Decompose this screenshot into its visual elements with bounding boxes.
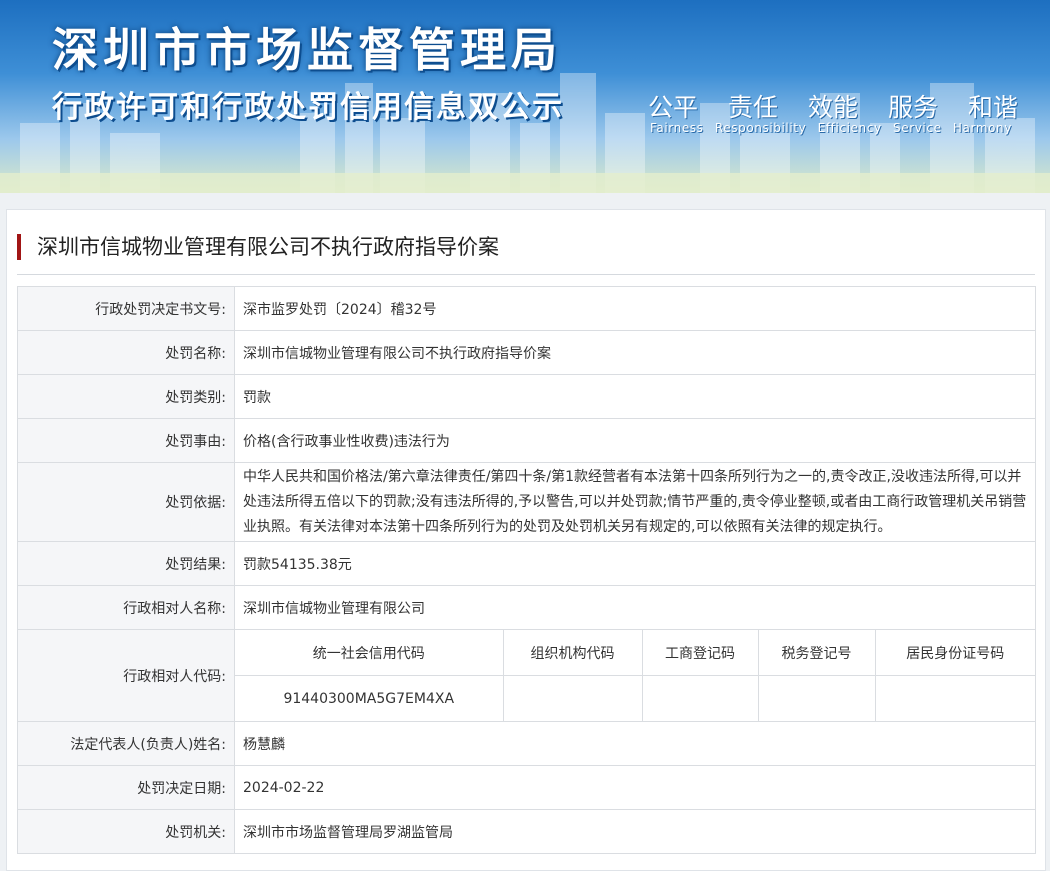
field-value: 深圳市信城物业管理有限公司不执行政府指导价案 (234, 330, 1036, 375)
table-row: 处罚决定日期: 2024-02-22 (17, 765, 1036, 810)
banner-title: 深圳市市场监督管理局 (52, 23, 562, 77)
table-row: 行政处罚决定书文号: 深市监罗处罚〔2024〕稽32号 (17, 286, 1036, 331)
field-label: 行政处罚决定书文号: (17, 286, 235, 331)
codes-value (642, 675, 759, 721)
penalty-info-table: 行政处罚决定书文号: 深市监罗处罚〔2024〕稽32号 处罚名称: 深圳市信城物… (17, 286, 1036, 854)
slogan-cn: 公平 责任 效能 服务 和谐 (648, 88, 1018, 124)
table-row: 处罚结果: 罚款54135.38元 (17, 541, 1036, 586)
party-codes-cell: 统一社会信用代码 组织机构代码 工商登记码 税务登记号 居民身份证号码 9144… (234, 629, 1036, 722)
slogan-cn-item: 效能 (807, 93, 858, 122)
table-row: 法定代表人(负责人)姓名: 杨慧麟 (17, 721, 1036, 766)
codes-value (875, 676, 1035, 722)
field-value: 深圳市市场监督管理局罗湖监管局 (234, 809, 1036, 854)
codes-header-row: 统一社会信用代码 组织机构代码 工商登记码 税务登记号 居民身份证号码 (235, 630, 1035, 676)
party-codes-table: 统一社会信用代码 组织机构代码 工商登记码 税务登记号 居民身份证号码 9144… (235, 630, 1035, 721)
field-value: 深圳市信城物业管理有限公司 (234, 585, 1036, 630)
field-value: 杨慧麟 (234, 721, 1036, 766)
field-label: 处罚依据: (17, 462, 235, 542)
field-value: 罚款 (234, 374, 1036, 419)
table-row: 处罚类别: 罚款 (17, 374, 1036, 419)
slogan-en-item: Fairness (650, 121, 704, 135)
field-value: 2024-02-22 (234, 765, 1036, 810)
title-accent-bar (17, 234, 21, 260)
codes-header: 组织机构代码 (503, 630, 643, 676)
banner-subtitle: 行政许可和行政处罚信用信息双公示 (52, 90, 564, 125)
codes-header: 居民身份证号码 (875, 630, 1035, 676)
slogan-cn-item: 公平 (648, 93, 699, 122)
page-title: 深圳市信城物业管理有限公司不执行政府指导价案 (37, 235, 499, 259)
slogan-en-item: Service (893, 121, 942, 135)
field-label: 行政相对人代码: (17, 629, 235, 722)
slogan-en-item: Responsibility (714, 121, 807, 135)
table-row: 处罚事由: 价格(含行政事业性收费)违法行为 (17, 418, 1036, 463)
codes-value: 91440300MA5G7EM4XA (235, 675, 504, 721)
field-label: 处罚类别: (17, 374, 235, 419)
field-label: 处罚结果: (17, 541, 235, 586)
codes-header: 工商登记码 (642, 630, 759, 676)
content-panel: 深圳市信城物业管理有限公司不执行政府指导价案 行政处罚决定书文号: 深市监罗处罚… (6, 209, 1046, 871)
codes-header: 统一社会信用代码 (235, 630, 504, 676)
field-value: 中华人民共和国价格法/第六章法律责任/第四十条/第1款经营者有本法第十四条所列行… (234, 462, 1036, 542)
table-row: 处罚机关: 深圳市市场监督管理局罗湖监管局 (17, 809, 1036, 854)
table-row: 处罚名称: 深圳市信城物业管理有限公司不执行政府指导价案 (17, 330, 1036, 375)
table-row: 处罚依据: 中华人民共和国价格法/第六章法律责任/第四十条/第1款经营者有本法第… (17, 462, 1036, 542)
field-label: 处罚决定日期: (17, 765, 235, 810)
field-label: 法定代表人(负责人)姓名: (17, 721, 235, 766)
field-label: 处罚机关: (17, 809, 235, 854)
slogan-cn-item: 和谐 (967, 93, 1018, 122)
slogan-cn-item: 服务 (887, 93, 938, 122)
codes-value-row: 91440300MA5G7EM4XA (235, 675, 1035, 722)
header-banner: 深圳市市场监督管理局 行政许可和行政处罚信用信息双公示 公平 责任 效能 服务 … (0, 0, 1050, 193)
field-label: 行政相对人名称: (17, 585, 235, 630)
table-row: 行政相对人代码: 统一社会信用代码 组织机构代码 工商登记码 税务登记号 居民身… (17, 629, 1036, 722)
codes-value (503, 675, 643, 721)
codes-value (758, 675, 876, 721)
field-value: 深市监罗处罚〔2024〕稽32号 (234, 286, 1036, 331)
field-label: 处罚名称: (17, 330, 235, 375)
field-value: 罚款54135.38元 (234, 541, 1036, 586)
codes-header: 税务登记号 (758, 630, 876, 676)
slogan-en-item: Harmony (952, 121, 1012, 135)
slogan-en-item: Efficiency (817, 121, 882, 135)
field-label: 处罚事由: (17, 418, 235, 463)
slogan-en: Fairness Responsibility Efficiency Servi… (650, 121, 1012, 135)
field-value: 价格(含行政事业性收费)违法行为 (234, 418, 1036, 463)
slogan-cn-item: 责任 (727, 93, 778, 122)
case-title-bar: 深圳市信城物业管理有限公司不执行政府指导价案 (17, 232, 1035, 275)
table-row: 行政相对人名称: 深圳市信城物业管理有限公司 (17, 585, 1036, 630)
